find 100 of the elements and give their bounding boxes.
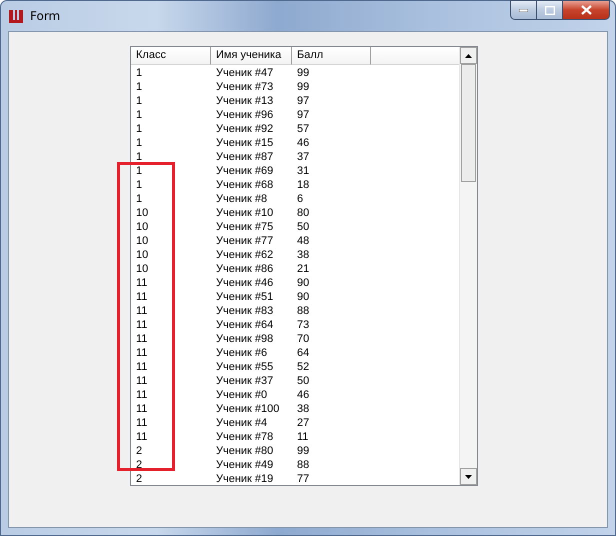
- table-cell-text: 1: [135, 178, 144, 192]
- table-cell-text: 90: [296, 276, 310, 290]
- column-header[interactable]: Имя ученика: [211, 47, 292, 65]
- table-cell-text: 52: [296, 360, 310, 374]
- table-cell-text: 88: [296, 304, 310, 318]
- table-cell-text: Ученик #73: [215, 80, 274, 94]
- table-cell-text: 1: [135, 150, 144, 164]
- table-cell-text: Ученик #87: [215, 150, 274, 164]
- close-button[interactable]: [563, 0, 610, 20]
- table-cell-text: 2: [135, 472, 144, 485]
- table-cell-text: 1: [135, 164, 144, 178]
- table-cell-text: 2: [135, 458, 144, 472]
- table-cell-text: 11: [135, 360, 148, 374]
- table-cell-text: 11: [296, 430, 310, 444]
- table-cell-text: 11: [135, 416, 148, 430]
- maximize-button[interactable]: [537, 0, 563, 20]
- minimize-button[interactable]: [510, 0, 537, 20]
- table-cell-text: Ученик #13: [215, 94, 274, 108]
- table-cell-text: 1: [135, 122, 144, 136]
- window-title: Form: [30, 9, 60, 23]
- table-cell-text: Ученик #62: [215, 248, 274, 262]
- table-cell-text: 97: [296, 94, 310, 108]
- table-cell-text: Ученик #69: [215, 164, 274, 178]
- table-cell-text: Ученик #10: [215, 206, 274, 220]
- table-cell-text: 64: [296, 346, 310, 360]
- table-cell-text: 88: [296, 458, 310, 472]
- table-cell-text: 21: [296, 262, 310, 276]
- table-cell-text: 11: [135, 346, 148, 360]
- scrollbar[interactable]: [459, 47, 477, 485]
- table-cell-text: 11: [135, 290, 148, 304]
- table-cell-text: 57: [296, 122, 310, 136]
- table-cell-text: 10: [135, 248, 150, 262]
- table-cell-text: 10: [135, 262, 150, 276]
- table-cell-text: 99: [296, 66, 310, 80]
- table-cell-text: 77: [296, 472, 310, 485]
- maximize-icon: [544, 6, 554, 14]
- scroll-down-button[interactable]: [460, 468, 477, 485]
- minimize-icon: [519, 8, 528, 12]
- close-icon: [580, 5, 592, 15]
- table-cell-text: Ученик #75: [215, 220, 274, 234]
- table-cell-text: 46: [296, 388, 310, 402]
- table-cell-text: 27: [296, 416, 310, 430]
- table-cell-text: 1: [135, 108, 144, 122]
- table-cell-text: Ученик #92: [215, 122, 274, 136]
- table-cell-text: 11: [135, 388, 148, 402]
- down-arrow-icon: [465, 474, 472, 478]
- table-cell-text: Ученик #46: [215, 276, 274, 290]
- table-cell-text: 48: [296, 234, 310, 248]
- table-cell-text: 70: [296, 332, 310, 346]
- scroll-thumb[interactable]: [461, 64, 476, 182]
- table-cell-text: 46: [296, 136, 310, 150]
- table-cell-text: 38: [296, 402, 310, 416]
- table-cell-text: 90: [296, 290, 310, 304]
- table-cell-text: 10: [135, 234, 150, 248]
- table-cell-text: Ученик #4: [215, 416, 268, 430]
- table-cell-text: 10: [135, 206, 150, 220]
- table-cell-text: 50: [296, 374, 310, 388]
- table-cell-text: 11: [135, 318, 148, 332]
- column-header[interactable]: Балл: [292, 47, 371, 65]
- table-cell-text: Ученик #47: [215, 66, 274, 80]
- app-icon: [8, 8, 24, 24]
- table-cell-text: 11: [135, 304, 148, 318]
- table-cell-text: 99: [296, 444, 310, 458]
- column-header[interactable]: Класс: [131, 47, 211, 65]
- list-view[interactable]: [130, 46, 478, 486]
- table-cell-text: 37: [296, 150, 310, 164]
- table-cell-text: Ученик #0: [215, 388, 268, 402]
- scroll-up-button[interactable]: [460, 47, 477, 64]
- table-cell-text: 1: [135, 192, 144, 206]
- table-cell-text: 2: [135, 444, 144, 458]
- table-cell-text: Ученик #6: [215, 346, 268, 360]
- table-cell-text: Ученик #68: [215, 178, 274, 192]
- table-cell-text: Ученик #19: [215, 472, 274, 485]
- table-cell-text: 73: [296, 318, 310, 332]
- table-cell-text: Ученик #83: [215, 304, 274, 318]
- up-arrow-icon: [465, 54, 472, 58]
- table-cell-text: Ученик #51: [215, 290, 274, 304]
- table-cell-text: Ученик #15: [215, 136, 274, 150]
- table-cell-text: 10: [135, 220, 150, 234]
- table-cell-text: 1: [135, 66, 144, 80]
- table-cell-text: 1: [135, 136, 144, 150]
- table-cell-text: Ученик #98: [215, 332, 274, 346]
- table-cell-text: 18: [296, 178, 310, 192]
- table-cell-text: 11: [135, 402, 148, 416]
- table-cell-text: 6: [296, 192, 304, 206]
- table-cell-text: Ученик #96: [215, 108, 274, 122]
- table-cell-text: Ученик #86: [215, 262, 274, 276]
- table-cell-text: 11: [135, 276, 148, 290]
- table-cell-text: 1: [135, 80, 144, 94]
- table-cell-text: 97: [296, 108, 310, 122]
- table-cell-text: 31: [296, 164, 310, 178]
- table-cell-text: Ученик #64: [215, 318, 274, 332]
- table-cell-text: 50: [296, 220, 310, 234]
- table-cell-text: Ученик #37: [215, 374, 274, 388]
- table-cell-text: 1: [135, 94, 144, 108]
- table-cell-text: 11: [135, 430, 148, 444]
- table-cell-text: 99: [296, 80, 310, 94]
- table-cell-text: Ученик #80: [215, 444, 274, 458]
- table-cell-text: 11: [135, 374, 148, 388]
- table-cell-text: Ученик #77: [215, 234, 274, 248]
